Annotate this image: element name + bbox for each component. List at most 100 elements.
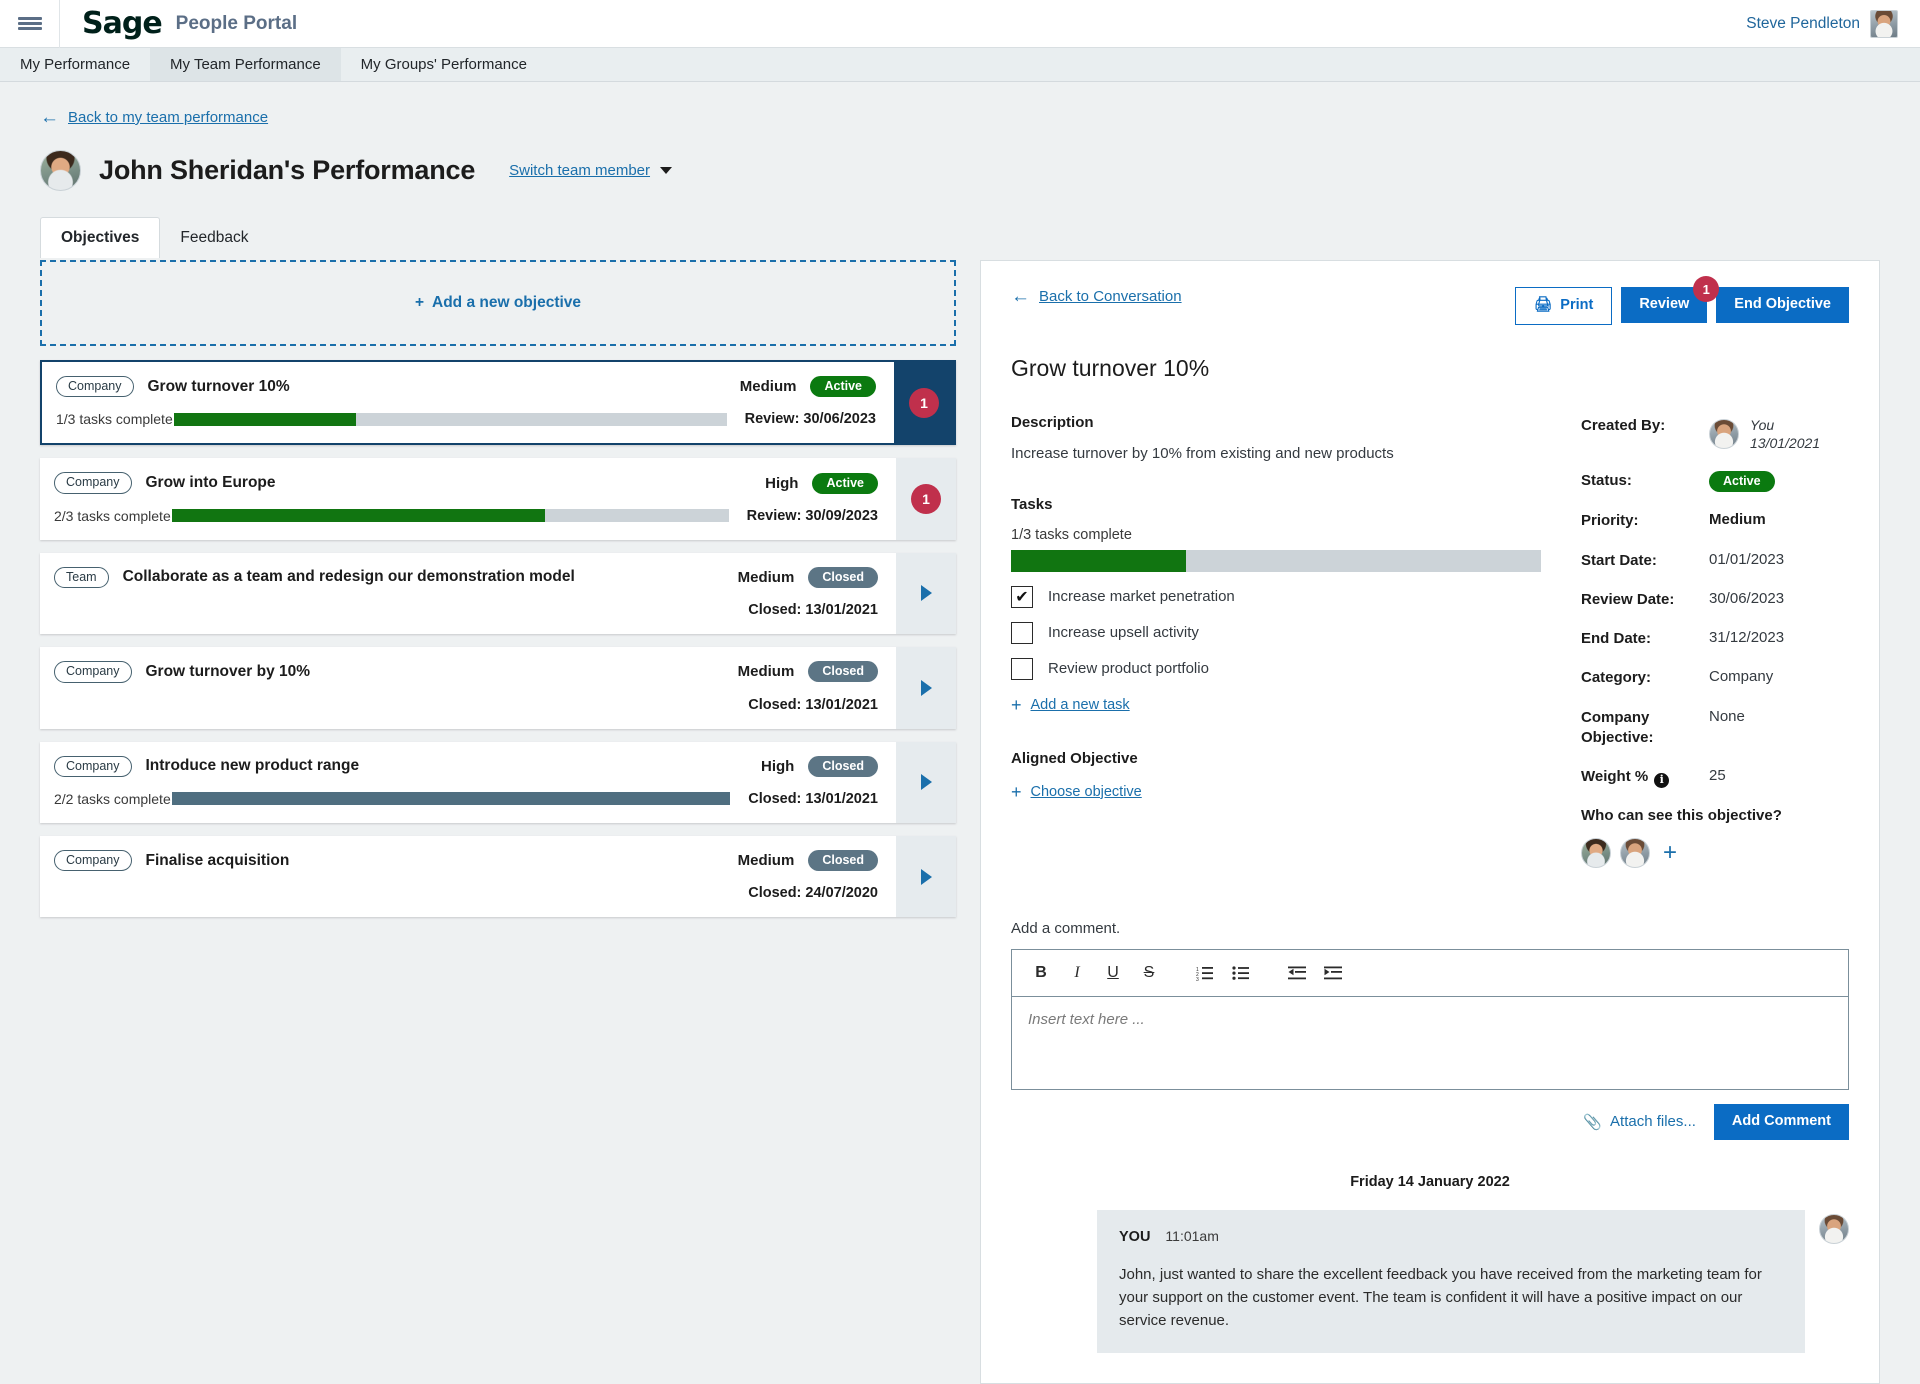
choose-objective-link[interactable]: + Choose objective <box>1011 783 1541 801</box>
message-header: YOU 11:01am <box>1119 1228 1783 1245</box>
objective-category-tag: Company <box>54 849 132 872</box>
objective-status-badge: Closed <box>808 661 878 683</box>
objective-title: Collaborate as a team and redesign our d… <box>122 568 575 586</box>
message-author: YOU <box>1119 1228 1151 1245</box>
page-title: John Sheridan's Performance <box>99 155 476 185</box>
attach-files-button[interactable]: 📎 Attach files... <box>1583 1113 1696 1131</box>
add-new-objective-button[interactable]: + Add a new objective <box>40 260 956 346</box>
message-bubble: YOU 11:01am John, just wanted to share the… <box>1097 1209 1805 1353</box>
creator-date: 13/01/2021 <box>1750 435 1821 452</box>
objective-card-footer: Closed: 13/01/2021 <box>54 600 878 620</box>
tab-feedback[interactable]: Feedback <box>160 218 268 258</box>
objective-date: Closed: 13/01/2021 <box>748 696 878 713</box>
objective-card[interactable]: Company Grow into Europe High Active 2/3 tas… <box>40 458 956 540</box>
aligned-objective-label: Aligned Objective <box>1011 749 1138 767</box>
objective-card-side[interactable] <box>896 835 956 918</box>
message-avatar <box>1819 1213 1849 1244</box>
objective-tasks-text: 2/2 tasks complete <box>54 790 171 807</box>
objective-priority: High <box>760 757 795 775</box>
objective-detail-panel: ← Back to Conversation 🖨 Print Review 1 … <box>980 260 1880 1384</box>
bold-icon[interactable]: B <box>1026 959 1056 987</box>
end-objective-button[interactable]: End Objective <box>1716 287 1849 323</box>
outdent-icon[interactable] <box>1282 959 1312 987</box>
meta-weight: Weight % i 25 <box>1581 767 1849 788</box>
sage-logo: Sage <box>82 6 163 41</box>
objective-card-side[interactable] <box>896 741 956 823</box>
add-new-task-link[interactable]: + Add a new task <box>1011 696 1541 714</box>
objective-card-side[interactable]: 1 <box>896 458 956 540</box>
weight-label: Weight % i <box>1581 767 1709 788</box>
info-icon[interactable]: i <box>1654 772 1670 788</box>
comment-editor: BIUS 123 Insert text here ... <box>1011 948 1849 1090</box>
objective-progress-bar <box>172 792 731 806</box>
add-comment-button[interactable]: Add Comment <box>1713 1103 1849 1140</box>
add-viewer-button[interactable]: + <box>1663 840 1677 865</box>
underline-icon[interactable]: U <box>1098 959 1128 987</box>
hamburger-menu-icon[interactable] <box>0 0 60 48</box>
ordered-list-icon[interactable]: 123 <box>1190 959 1220 987</box>
objective-card-side[interactable] <box>896 647 956 729</box>
choose-objective-label: Choose objective <box>1030 783 1142 800</box>
user-area[interactable]: Steve Pendleton <box>1746 0 1898 48</box>
meta-company-objective: Company Objective: None <box>1581 708 1849 749</box>
nav-tab-my-performance[interactable]: My Performance <box>0 48 150 81</box>
objective-priority: High <box>765 474 799 492</box>
back-to-conversation-link[interactable]: ← Back to Conversation <box>1011 287 1182 306</box>
objective-category-tag: Company <box>54 472 132 494</box>
brand: Sage People Portal <box>60 6 297 41</box>
tab-objectives[interactable]: Objectives <box>40 217 161 258</box>
objective-category-tag: Company <box>54 755 132 777</box>
meta-review-date: Review Date: 30/06/2023 <box>1581 590 1849 610</box>
objective-card[interactable]: Company Grow turnover 10% Medium Active 1/3 … <box>40 360 956 446</box>
strikethrough-icon[interactable]: S <box>1134 959 1164 987</box>
objective-date: Closed: 24/07/2020 <box>748 885 878 902</box>
print-button[interactable]: 🖨 Print <box>1514 287 1613 325</box>
objective-title: Grow into Europe <box>145 474 276 492</box>
detail-columns: Description Increase turnover by 10% fro… <box>1011 414 1849 868</box>
nav-tab-my-team-performance[interactable]: My Team Performance <box>150 48 341 81</box>
italic-icon[interactable]: I <box>1062 959 1092 987</box>
add-comment-label: Add a comment. <box>1011 919 1121 937</box>
objective-status-badge: Active <box>810 376 876 398</box>
task-item[interactable]: Review product portfolio <box>1011 657 1541 680</box>
objective-card-header: Company Grow turnover 10% Medium Active <box>56 376 876 398</box>
created-by-value: You 13/01/2021 <box>1709 416 1820 452</box>
objective-status-group: Medium Closed <box>738 566 878 588</box>
comment-input[interactable]: Insert text here ... <box>1012 997 1848 1089</box>
objective-card-side[interactable]: 1 <box>894 362 954 444</box>
objective-card[interactable]: Team Collaborate as a team and redesign o… <box>40 552 956 635</box>
review-date-label: Review Date: <box>1581 590 1675 608</box>
objective-card-header: Company Grow turnover by 10% Medium Closed <box>54 661 878 683</box>
nav-tab-my-groups-performance[interactable]: My Groups' Performance <box>341 48 547 81</box>
objective-card[interactable]: Company Introduce new product range High Cl… <box>40 741 956 823</box>
objective-date: Closed: 13/01/2021 <box>748 602 878 619</box>
viewer-avatar-1[interactable] <box>1581 837 1611 868</box>
indent-icon[interactable] <box>1318 959 1348 987</box>
objective-card[interactable]: Company Finalise acquisition Medium Closed C… <box>40 835 956 918</box>
who-can-see-label: Who can see this objective? <box>1581 806 1782 824</box>
message-text: John, just wanted to share the excellent… <box>1119 1265 1762 1330</box>
category-label: Category: <box>1581 669 1652 687</box>
objective-notification-count: 1 <box>911 484 941 515</box>
viewer-avatar-2[interactable] <box>1620 837 1650 868</box>
task-checkbox[interactable] <box>1011 621 1033 644</box>
switch-team-member-label: Switch team member <box>509 162 651 179</box>
task-item[interactable]: Increase upsell activity <box>1011 621 1541 644</box>
task-checkbox[interactable]: ✔ <box>1011 585 1033 608</box>
sub-tabs: Objectives Feedback <box>40 217 1880 258</box>
unordered-list-icon[interactable] <box>1226 959 1256 987</box>
switch-team-member-link[interactable]: Switch team member <box>509 162 673 179</box>
comment-thread: Friday 14 January 2022 YOU 11:01am John, j… <box>1011 1174 1849 1353</box>
creator-avatar <box>1709 419 1739 450</box>
tasks-label: Tasks <box>1011 495 1053 513</box>
objective-card[interactable]: Company Grow turnover by 10% Medium Closed C… <box>40 647 956 729</box>
objective-card-side[interactable] <box>896 552 956 635</box>
back-to-team-performance-link[interactable]: ← Back to my team performance <box>40 108 268 127</box>
weight-value: 25 <box>1709 767 1726 785</box>
objective-title: Introduce new product range <box>145 757 360 775</box>
task-item[interactable]: ✔ Increase market penetration <box>1011 585 1541 608</box>
task-checkbox[interactable] <box>1011 657 1033 680</box>
user-avatar[interactable] <box>1870 10 1898 38</box>
objective-date: Closed: 13/01/2021 <box>748 790 878 807</box>
objective-status-group: High Closed <box>760 755 878 777</box>
